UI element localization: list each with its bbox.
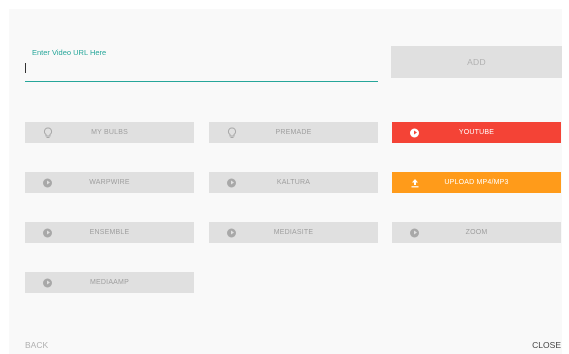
bulb-icon [43, 126, 53, 139]
url-field-label: Enter Video URL Here [32, 48, 107, 57]
play-circle-icon [43, 178, 52, 187]
play-circle-icon [43, 278, 52, 287]
my-bulbs-button[interactable]: MY BULBS [25, 122, 194, 143]
play-circle-icon [410, 228, 419, 237]
back-button[interactable]: BACK [25, 340, 48, 350]
play-circle-icon [43, 228, 52, 237]
upload-icon [410, 178, 420, 188]
upload-mp4-mp3-button[interactable]: UPLOAD MP4/MP3 [392, 172, 561, 193]
url-input-caret[interactable] [25, 63, 26, 73]
warpwire-button[interactable]: WARPWIRE [25, 172, 194, 193]
play-circle-icon [227, 178, 236, 187]
close-button[interactable]: CLOSE [532, 340, 561, 350]
zoom-button[interactable]: ZOOM [392, 222, 561, 243]
ensemble-button[interactable]: ENSEMBLE [25, 222, 194, 243]
premade-button[interactable]: PREMADE [209, 122, 378, 143]
add-button[interactable]: ADD [391, 46, 562, 78]
play-circle-icon [410, 128, 419, 137]
youtube-button[interactable]: YOUTUBE [392, 122, 561, 143]
play-circle-icon [227, 228, 236, 237]
kaltura-button[interactable]: KALTURA [209, 172, 378, 193]
url-input-underline[interactable] [25, 81, 378, 82]
mediaamp-button[interactable]: MEDIAAMP [25, 272, 194, 293]
mediasite-button[interactable]: MEDIASITE [209, 222, 378, 243]
bulb-icon [227, 126, 237, 139]
